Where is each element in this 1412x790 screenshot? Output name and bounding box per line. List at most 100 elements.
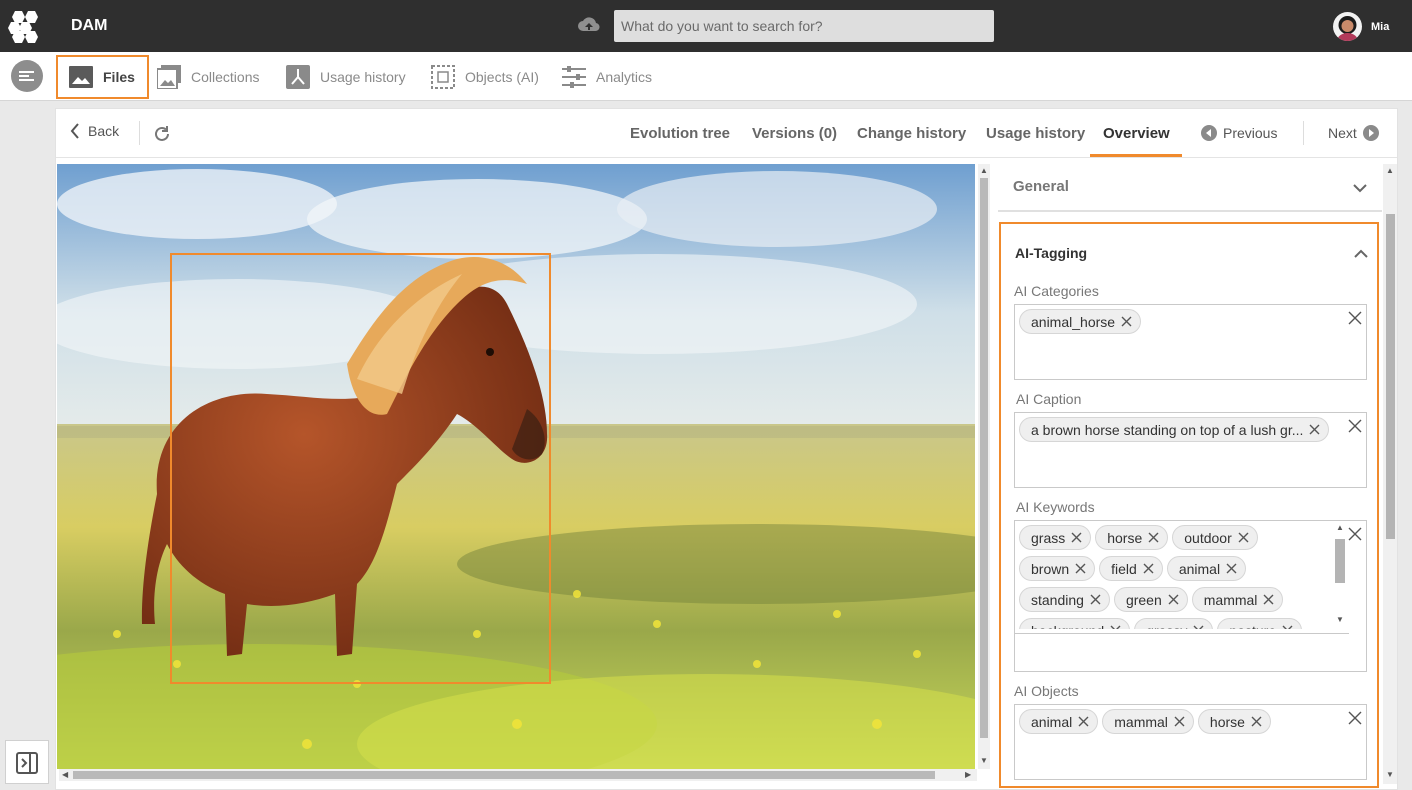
ai-objects-field[interactable]: animal mammal horse	[1014, 704, 1367, 780]
remove-tag-icon[interactable]	[1110, 625, 1121, 629]
tag-chip: grass	[1019, 525, 1092, 550]
scrollbar-thumb[interactable]	[1386, 214, 1395, 539]
collections-icon	[157, 65, 181, 89]
image-icon	[69, 66, 93, 88]
nav-item-objects-ai[interactable]: Objects (AI)	[431, 55, 539, 99]
image-preview[interactable]	[57, 164, 975, 769]
tab-change-history[interactable]: Change history	[857, 125, 966, 142]
next-label: Next	[1328, 125, 1357, 141]
section-title: General	[1013, 178, 1069, 195]
arrow-left-icon	[1201, 125, 1217, 141]
tab-evolution-tree[interactable]: Evolution tree	[630, 125, 730, 142]
active-tab-indicator	[1090, 154, 1182, 157]
general-section-header[interactable]: General	[998, 164, 1382, 212]
chip-label: brown	[1031, 560, 1070, 577]
tab-overview[interactable]: Overview	[1103, 125, 1170, 142]
ai-caption-field[interactable]: a brown horse standing on top of a lush …	[1014, 412, 1367, 488]
menu-toggle-button[interactable]	[11, 60, 43, 92]
scroll-down-arrow[interactable]: ▼	[980, 756, 988, 765]
logo-icon[interactable]	[6, 9, 44, 43]
back-button[interactable]: Back	[70, 123, 119, 139]
ai-keywords-label: AI Keywords	[1016, 499, 1095, 515]
remove-tag-icon[interactable]	[1251, 716, 1262, 727]
tag-chip: a brown horse standing on top of a lush …	[1019, 417, 1330, 442]
user-name[interactable]: Mia	[1371, 21, 1389, 33]
scroll-right-arrow[interactable]: ▶	[965, 770, 971, 779]
chevron-up-icon[interactable]	[1354, 249, 1368, 259]
remove-tag-icon[interactable]	[1148, 532, 1159, 543]
chip-label: field	[1111, 560, 1137, 577]
remove-tag-icon[interactable]	[1309, 424, 1320, 435]
tag-chip: pasture	[1217, 618, 1303, 629]
next-button[interactable]: Next	[1328, 125, 1379, 141]
ai-categories-label: AI Categories	[1014, 283, 1099, 299]
clear-field-icon[interactable]	[1348, 311, 1362, 325]
ai-keywords-field[interactable]: grass horse outdoor brown field animal s…	[1014, 520, 1367, 672]
chevron-left-icon	[70, 123, 79, 139]
cloud-upload-icon[interactable]	[578, 15, 600, 35]
nav-label: Objects (AI)	[465, 69, 539, 85]
divider	[1303, 121, 1304, 145]
search-input[interactable]	[614, 10, 994, 42]
scrollbar-thumb[interactable]	[1335, 539, 1345, 583]
nav-label: Collections	[191, 69, 260, 85]
remove-tag-icon[interactable]	[1075, 563, 1086, 574]
tab-usage-history[interactable]: Usage history	[986, 125, 1085, 142]
clear-field-icon[interactable]	[1348, 711, 1362, 725]
previous-button[interactable]: Previous	[1201, 125, 1277, 141]
remove-tag-icon[interactable]	[1078, 716, 1089, 727]
avatar[interactable]	[1333, 12, 1362, 41]
remove-tag-icon[interactable]	[1168, 594, 1179, 605]
scroll-up-arrow[interactable]: ▲	[1336, 523, 1344, 532]
refresh-icon[interactable]	[152, 124, 172, 144]
panel-expand-icon	[16, 752, 38, 774]
tag-chip: animal	[1166, 556, 1247, 581]
scroll-up-arrow[interactable]: ▲	[980, 166, 988, 175]
objects-icon	[431, 65, 455, 89]
ai-object-bounding-box[interactable]	[170, 253, 551, 684]
image-horizontal-scrollbar[interactable]: ◀ ▶	[59, 769, 977, 781]
nav-label: Usage history	[320, 69, 406, 85]
nav-item-usage-history[interactable]: Usage history	[286, 55, 406, 99]
clear-field-icon[interactable]	[1348, 527, 1362, 541]
chip-label: horse	[1209, 713, 1245, 730]
tab-versions[interactable]: Versions (0)	[752, 125, 837, 142]
nav-item-analytics[interactable]: Analytics	[562, 55, 652, 99]
remove-tag-icon[interactable]	[1282, 625, 1293, 629]
keywords-scrollbar[interactable]: ▲ ▼	[1333, 523, 1347, 627]
clear-field-icon[interactable]	[1348, 419, 1362, 433]
remove-tag-icon[interactable]	[1143, 563, 1154, 574]
scrollbar-thumb[interactable]	[980, 178, 988, 738]
ai-tagging-section: AI-Tagging AI Categories animal_horse AI…	[999, 222, 1379, 788]
remove-tag-icon[interactable]	[1090, 594, 1101, 605]
remove-tag-icon[interactable]	[1226, 563, 1237, 574]
image-vertical-scrollbar[interactable]: ▲ ▼	[978, 164, 990, 769]
tag-chip: outdoor	[1172, 525, 1258, 550]
scroll-down-arrow[interactable]: ▼	[1336, 615, 1344, 624]
side-panel-toggle-button[interactable]	[5, 740, 49, 784]
panel-vertical-scrollbar[interactable]: ▲ ▼	[1383, 164, 1397, 784]
chip-label: grassy	[1146, 623, 1187, 630]
tag-chip: horse	[1095, 525, 1169, 550]
remove-tag-icon[interactable]	[1193, 625, 1204, 629]
nav-item-files[interactable]: Files	[56, 55, 149, 99]
remove-tag-icon[interactable]	[1263, 594, 1274, 605]
ai-objects-label: AI Objects	[1014, 683, 1079, 699]
scroll-up-arrow[interactable]: ▲	[1386, 166, 1394, 175]
scroll-left-arrow[interactable]: ◀	[62, 770, 68, 779]
scrollbar-thumb[interactable]	[73, 771, 935, 779]
tag-chip: green	[1113, 587, 1188, 612]
arrow-right-icon	[1362, 125, 1379, 141]
remove-tag-icon[interactable]	[1174, 716, 1185, 727]
chip-label: horse	[1107, 529, 1143, 546]
nav-item-collections[interactable]: Collections	[157, 55, 259, 99]
ai-categories-field[interactable]: animal_horse	[1014, 304, 1367, 380]
scroll-down-arrow[interactable]: ▼	[1386, 770, 1394, 779]
tag-chip: grassy	[1134, 618, 1214, 630]
remove-tag-icon[interactable]	[1238, 532, 1249, 543]
remove-tag-icon[interactable]	[1121, 316, 1132, 327]
remove-tag-icon[interactable]	[1071, 532, 1082, 543]
previous-label: Previous	[1223, 125, 1278, 141]
tag-chip: animal	[1019, 709, 1099, 734]
detail-toolbar: Back Evolution tree Versions (0) Change …	[56, 109, 1397, 158]
